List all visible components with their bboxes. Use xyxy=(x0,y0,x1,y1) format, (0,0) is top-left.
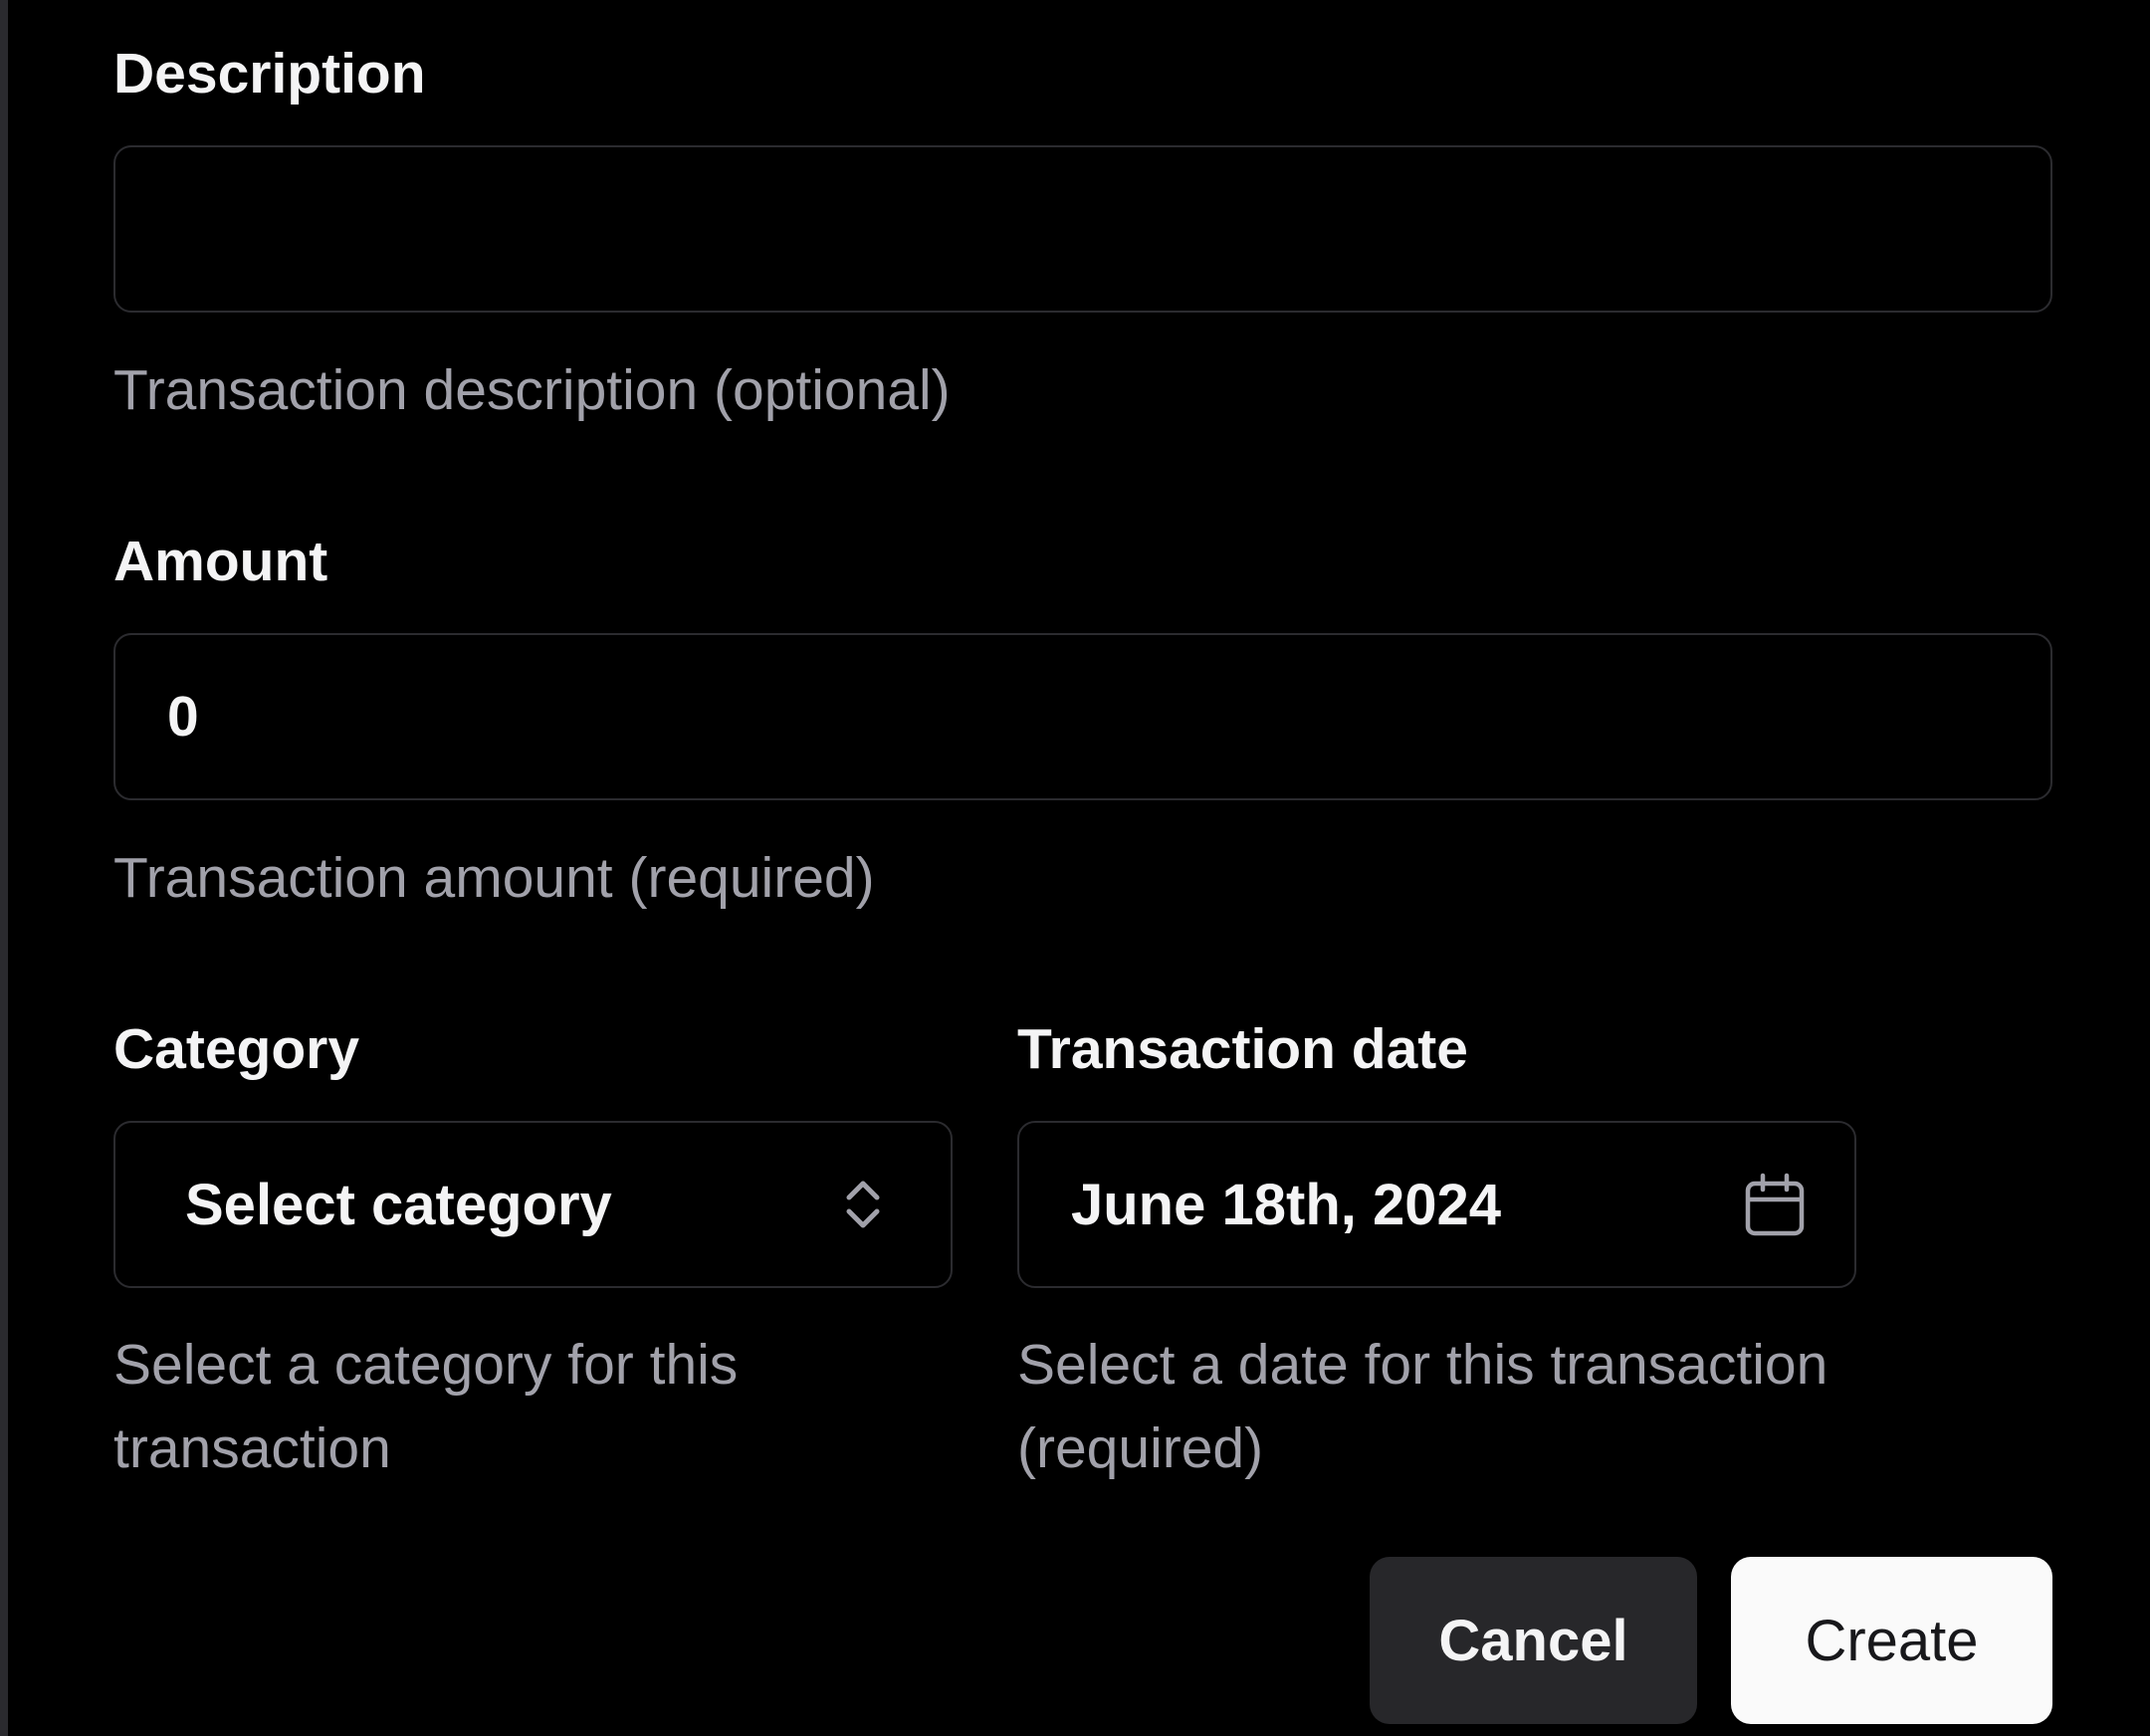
amount-help-text: Transaction amount (required) xyxy=(113,846,875,910)
category-help-text: Select a category for this transaction xyxy=(113,1333,739,1480)
category-select-value: Select category xyxy=(185,1172,612,1237)
transaction-date-value: June 18th, 2024 xyxy=(1071,1172,1501,1237)
transaction-form: Description Transaction description (opt… xyxy=(113,0,2052,1736)
transaction-date-help-text: Select a date for this transaction (requ… xyxy=(1017,1333,1828,1480)
create-button[interactable]: Create xyxy=(1731,1557,2052,1724)
category-select[interactable]: Select category xyxy=(113,1121,953,1288)
transaction-date-picker[interactable]: June 18th, 2024 xyxy=(1017,1121,1856,1288)
amount-label: Amount xyxy=(113,530,328,593)
category-label: Category xyxy=(113,1017,360,1081)
cancel-button[interactable]: Cancel xyxy=(1370,1557,1697,1724)
transaction-date-label: Transaction date xyxy=(1017,1017,1468,1081)
description-label: Description xyxy=(113,42,426,106)
description-help-text: Transaction description (optional) xyxy=(113,358,951,422)
description-input[interactable] xyxy=(113,145,2052,313)
amount-input[interactable] xyxy=(113,633,2052,800)
chevrons-up-down-icon xyxy=(843,1176,883,1233)
dialog-left-border xyxy=(0,0,8,1736)
calendar-icon xyxy=(1743,1172,1807,1237)
